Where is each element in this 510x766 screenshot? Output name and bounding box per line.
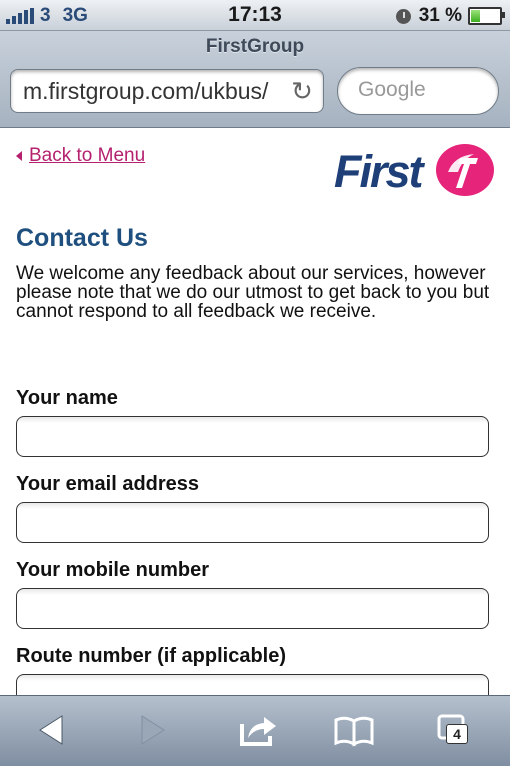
url-bar[interactable]: m.firstgroup.com/ukbus/ ↻ <box>10 69 324 113</box>
first-logo: First <box>334 142 496 198</box>
email-label: Your email address <box>16 473 200 495</box>
bookmarks-icon[interactable] <box>332 710 376 750</box>
battery-icon <box>468 7 505 25</box>
page-content: Back to Menu First Contact Us We welcome… <box>0 128 510 695</box>
search-placeholder: Google <box>358 78 426 101</box>
tabs-button[interactable]: 4 <box>436 710 480 750</box>
battery-percent: 31 % <box>418 5 462 26</box>
battery-area: 31 % <box>395 5 505 27</box>
clock-icon <box>395 8 411 24</box>
search-input[interactable]: Google <box>337 67 499 115</box>
battery-fill <box>471 10 480 22</box>
name-field[interactable] <box>16 416 489 457</box>
url-text[interactable]: m.firstgroup.com/ukbus/ <box>23 78 268 105</box>
route-field[interactable] <box>16 674 489 695</box>
back-arrow-icon[interactable] <box>30 710 74 750</box>
share-icon[interactable] <box>236 710 280 750</box>
mobile-label: Your mobile number <box>16 559 209 581</box>
name-label: Your name <box>16 387 118 409</box>
route-label: Route number (if applicable) <box>16 645 287 667</box>
logo-wordmark: First <box>334 146 424 197</box>
reload-icon[interactable]: ↻ <box>287 76 317 106</box>
back-link-label: Back to Menu <box>29 145 146 166</box>
browser-chrome: FirstGroup m.firstgroup.com/ukbus/ ↻ Goo… <box>0 31 510 128</box>
page-title: FirstGroup <box>205 36 305 57</box>
back-to-menu-link[interactable]: Back to Menu <box>16 145 145 167</box>
forward-arrow-icon[interactable] <box>130 710 174 750</box>
browser-toolbar: 4 <box>0 695 510 766</box>
page-heading: Contact Us <box>16 224 148 252</box>
mobile-field[interactable] <box>16 588 489 629</box>
status-bar: 3 3G 17:13 31 % <box>0 0 510 31</box>
email-field[interactable] <box>16 502 489 543</box>
logo-f-mark-icon <box>436 144 494 196</box>
intro-text: We welcome any feedback about our servic… <box>16 263 490 322</box>
tab-count: 4 <box>446 724 468 744</box>
back-triangle-icon <box>16 151 22 161</box>
